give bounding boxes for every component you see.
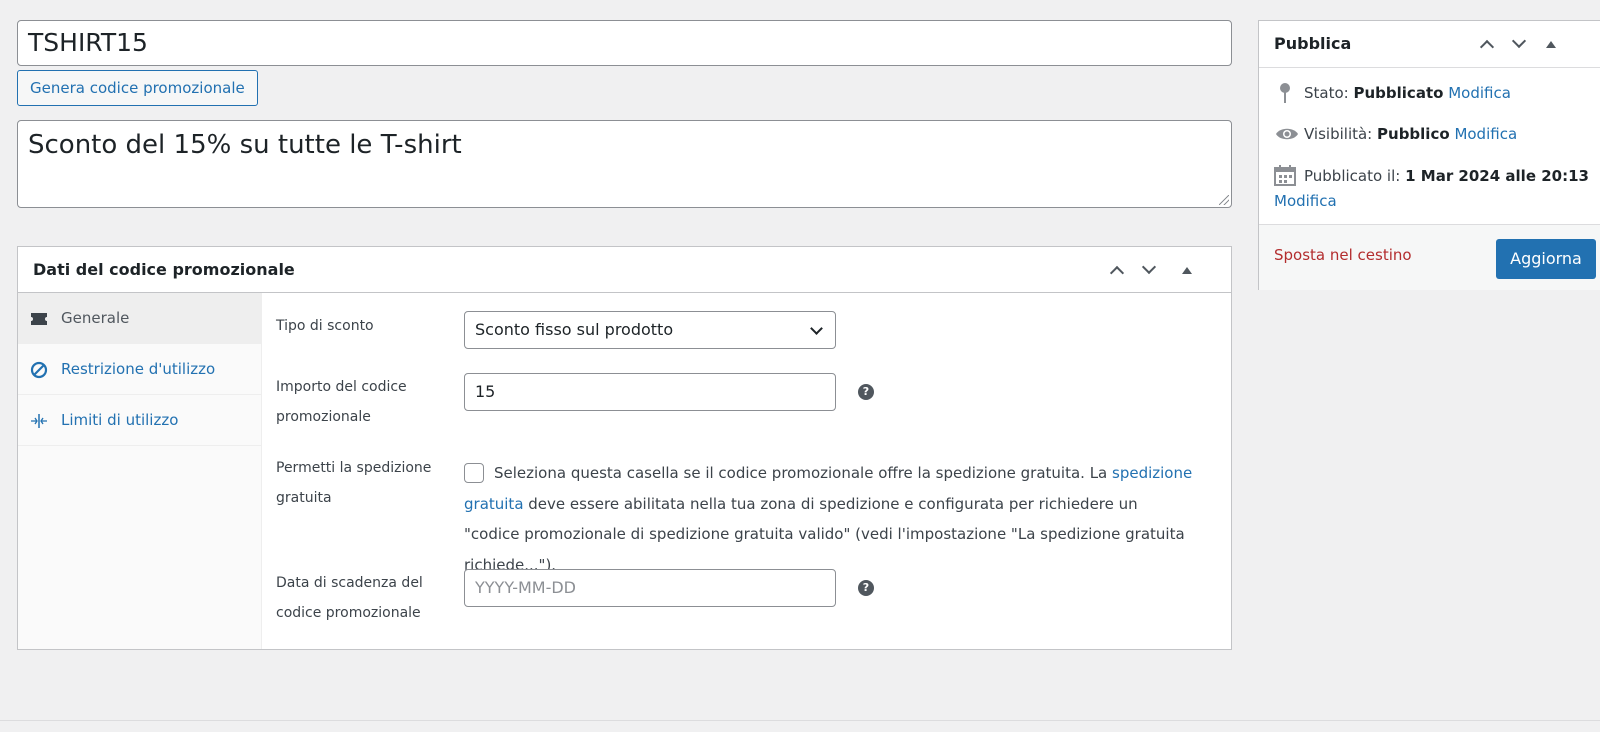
status-row: Stato: Pubblicato Modifica: [1304, 81, 1511, 106]
collapse-toggle-icon[interactable]: [1537, 30, 1565, 58]
coupon-data-header: Dati del codice promozionale: [18, 247, 1231, 293]
coupon-description-textarea[interactable]: Sconto del 15% su tutte le T-shirt: [17, 120, 1232, 208]
footer-divider: [0, 720, 1600, 721]
tab-general[interactable]: Generale: [18, 293, 261, 344]
free-shipping-text-before: Seleziona questa casella se il codice pr…: [494, 464, 1113, 482]
published-date-row: Pubblicato il: 1 Mar 2024 alle 20:13: [1304, 164, 1589, 189]
free-shipping-label: Permetti la spedizione gratuita: [276, 460, 432, 506]
publish-title: Pubblica: [1274, 34, 1352, 53]
visibility-row: Visibilità: Pubblico Modifica: [1304, 122, 1517, 147]
publish-actions: Sposta nel cestino Aggiorna: [1259, 224, 1600, 290]
edit-visibility-link[interactable]: Modifica: [1454, 125, 1517, 143]
visibility-label: Visibilità:: [1304, 125, 1373, 143]
published-label: Pubblicato il:: [1304, 167, 1401, 185]
move-up-icon[interactable]: [1103, 256, 1131, 284]
help-icon[interactable]: ?: [858, 384, 874, 400]
publish-box: Pubblica Stato: Pubblicato Modifica Visi…: [1258, 20, 1600, 290]
limits-icon: [30, 412, 48, 430]
move-to-trash-link[interactable]: Sposta nel cestino: [1274, 246, 1412, 264]
resize-handle[interactable]: [1219, 195, 1229, 205]
discount-type-value: Sconto fisso sul prodotto: [475, 320, 674, 339]
pin-icon: [1274, 82, 1296, 104]
chevron-down-icon: [810, 322, 823, 335]
edit-date-link[interactable]: Modifica: [1274, 192, 1337, 210]
tab-usage-restriction[interactable]: Restrizione d'utilizzo: [18, 344, 261, 395]
tab-usage-limits-label: Limiti di utilizzo: [61, 411, 179, 429]
visibility-value: Pubblico: [1377, 125, 1450, 143]
coupon-data-title: Dati del codice promozionale: [33, 260, 295, 279]
free-shipping-text-after: deve essere abilitata nella tua zona di …: [464, 494, 1185, 574]
collapse-toggle-icon[interactable]: [1173, 256, 1201, 284]
move-down-icon[interactable]: [1135, 256, 1163, 284]
help-icon[interactable]: ?: [858, 580, 874, 596]
move-down-icon[interactable]: [1505, 30, 1533, 58]
expiry-date-label: Data di scadenza del codice promozionale: [276, 575, 423, 621]
coupon-data-panel: Dati del codice promozionale Generale Re…: [17, 246, 1232, 650]
ticket-icon: [30, 310, 48, 328]
published-value: 1 Mar 2024 alle 20:13: [1405, 167, 1589, 185]
publish-header: Pubblica: [1259, 21, 1600, 68]
edit-date-row: Modifica: [1274, 189, 1337, 214]
free-shipping-description: Seleziona questa casella se il codice pr…: [464, 458, 1194, 580]
restriction-icon: [30, 361, 48, 379]
coupon-amount-input[interactable]: 15: [464, 373, 836, 411]
tab-usage-limits[interactable]: Limiti di utilizzo: [18, 395, 261, 446]
tab-usage-restriction-label: Restrizione d'utilizzo: [61, 360, 216, 378]
update-button[interactable]: Aggiorna: [1496, 239, 1596, 279]
expiry-date-input[interactable]: YYYY-MM-DD: [464, 569, 836, 607]
coupon-tabs: Generale Restrizione d'utilizzo Limiti d…: [18, 293, 262, 649]
coupon-description-text: Sconto del 15% su tutte le T-shirt: [28, 130, 462, 160]
tab-general-label: Generale: [61, 309, 130, 327]
calendar-icon: [1274, 164, 1296, 186]
status-value: Pubblicato: [1353, 84, 1444, 102]
status-label: Stato:: [1304, 84, 1349, 102]
coupon-code-input[interactable]: TSHIRT15: [17, 20, 1232, 66]
generate-coupon-button[interactable]: Genera codice promozionale: [17, 70, 258, 106]
discount-type-label: Tipo di sconto: [276, 318, 374, 334]
coupon-amount-label: Importo del codice promozionale: [276, 379, 407, 425]
edit-status-link[interactable]: Modifica: [1448, 84, 1511, 102]
discount-type-select[interactable]: Sconto fisso sul prodotto: [464, 311, 836, 349]
move-up-icon[interactable]: [1473, 30, 1501, 58]
eye-icon: [1274, 123, 1300, 145]
